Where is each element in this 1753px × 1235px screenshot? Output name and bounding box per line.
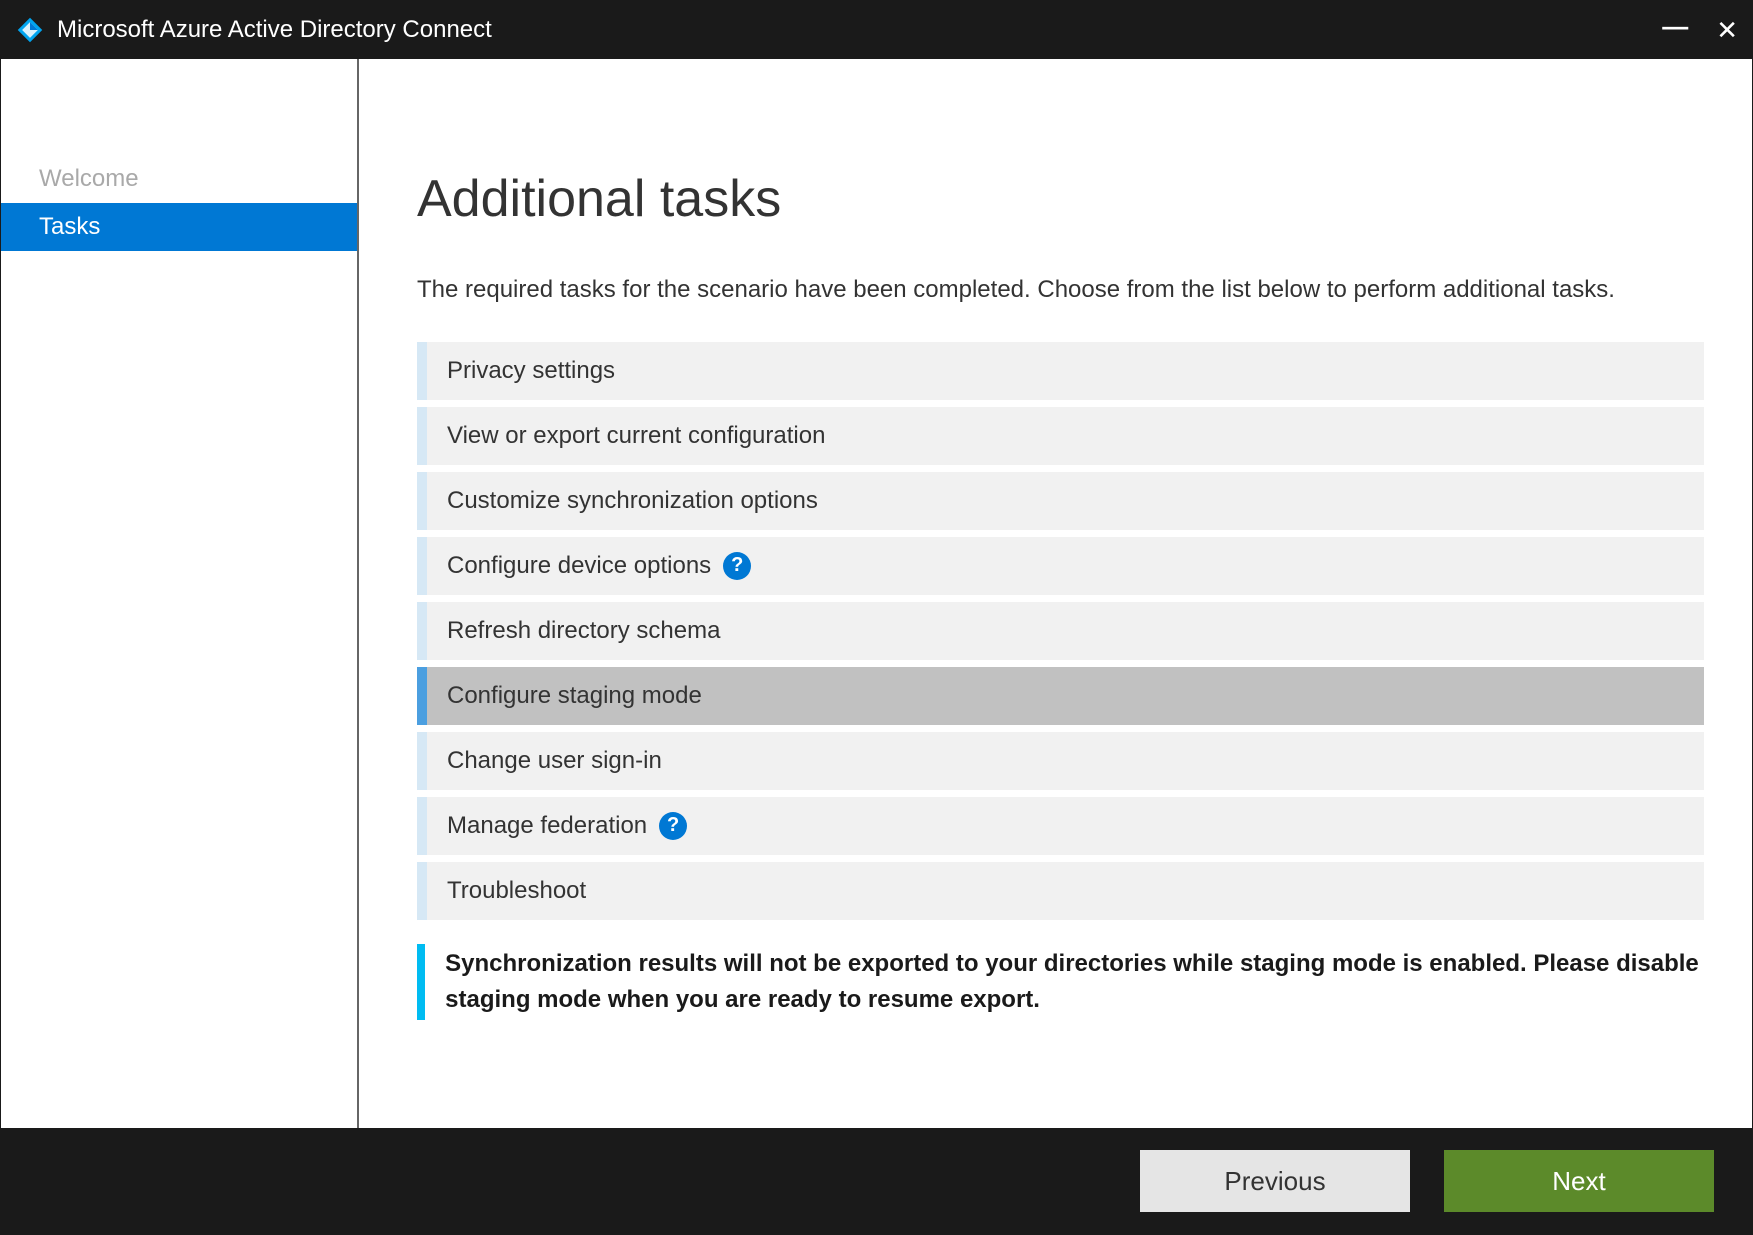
azure-logo-icon — [15, 15, 45, 45]
task-item-manage-federation[interactable]: Manage federation? — [417, 797, 1704, 855]
task-list: Privacy settings View or export current c… — [417, 342, 1704, 920]
task-label-text: View or export current configuration — [447, 422, 825, 450]
page-description: The required tasks for the scenario have… — [417, 273, 1704, 308]
task-item-customize-synchronization-options[interactable]: Customize synchronization options — [417, 472, 1704, 530]
content-pane: Additional tasks The required tasks for … — [359, 59, 1752, 1128]
task-item-refresh-directory-schema[interactable]: Refresh directory schema — [417, 602, 1704, 660]
note-text: Synchronization results will not be expo… — [425, 944, 1704, 1020]
help-icon[interactable]: ? — [723, 552, 751, 580]
task-item-change-user-sign-in[interactable]: Change user sign-in — [417, 732, 1704, 790]
sidebar: WelcomeTasks — [1, 59, 359, 1128]
task-accent — [417, 537, 427, 595]
note-accent-bar — [417, 944, 425, 1020]
task-accent — [417, 667, 427, 725]
task-accent — [417, 602, 427, 660]
body-area: WelcomeTasks Additional tasks The requir… — [1, 59, 1752, 1128]
task-label: Configure staging mode — [427, 682, 722, 710]
staging-mode-note: Synchronization results will not be expo… — [417, 944, 1704, 1020]
task-item-configure-device-options[interactable]: Configure device options? — [417, 537, 1704, 595]
task-label-text: Troubleshoot — [447, 877, 586, 905]
task-accent — [417, 407, 427, 465]
task-item-troubleshoot[interactable]: Troubleshoot — [417, 862, 1704, 920]
task-accent — [417, 472, 427, 530]
titlebar: Microsoft Azure Active Directory Connect… — [1, 1, 1752, 59]
task-label-text: Manage federation — [447, 812, 647, 840]
window-title: Microsoft Azure Active Directory Connect — [57, 16, 1662, 44]
task-item-configure-staging-mode[interactable]: Configure staging mode — [417, 667, 1704, 725]
task-label-text: Configure staging mode — [447, 682, 702, 710]
sidebar-item-welcome[interactable]: Welcome — [1, 155, 357, 203]
task-label: Refresh directory schema — [427, 617, 740, 645]
task-label: Customize synchronization options — [427, 487, 838, 515]
task-label-text: Configure device options — [447, 552, 711, 580]
task-label: Change user sign-in — [427, 747, 682, 775]
close-button[interactable]: ✕ — [1716, 17, 1738, 43]
page-title: Additional tasks — [417, 169, 1704, 229]
task-accent — [417, 862, 427, 920]
minimize-button[interactable]: — — [1662, 13, 1688, 39]
task-item-privacy-settings[interactable]: Privacy settings — [417, 342, 1704, 400]
task-label-text: Customize synchronization options — [447, 487, 818, 515]
task-accent — [417, 342, 427, 400]
footer: Previous Next — [1, 1128, 1752, 1234]
task-label: Configure device options? — [427, 552, 771, 580]
task-label: Privacy settings — [427, 357, 635, 385]
app-window: Microsoft Azure Active Directory Connect… — [0, 0, 1753, 1235]
window-controls: — ✕ — [1662, 17, 1738, 43]
previous-button[interactable]: Previous — [1140, 1150, 1410, 1212]
task-label-text: Refresh directory schema — [447, 617, 720, 645]
sidebar-item-tasks[interactable]: Tasks — [1, 203, 357, 251]
task-label-text: Change user sign-in — [447, 747, 662, 775]
task-accent — [417, 797, 427, 855]
task-item-view-or-export-current-configuration[interactable]: View or export current configuration — [417, 407, 1704, 465]
task-accent — [417, 732, 427, 790]
task-label: Manage federation? — [427, 812, 707, 840]
next-button[interactable]: Next — [1444, 1150, 1714, 1212]
task-label: Troubleshoot — [427, 877, 606, 905]
task-label-text: Privacy settings — [447, 357, 615, 385]
help-icon[interactable]: ? — [659, 812, 687, 840]
task-label: View or export current configuration — [427, 422, 845, 450]
